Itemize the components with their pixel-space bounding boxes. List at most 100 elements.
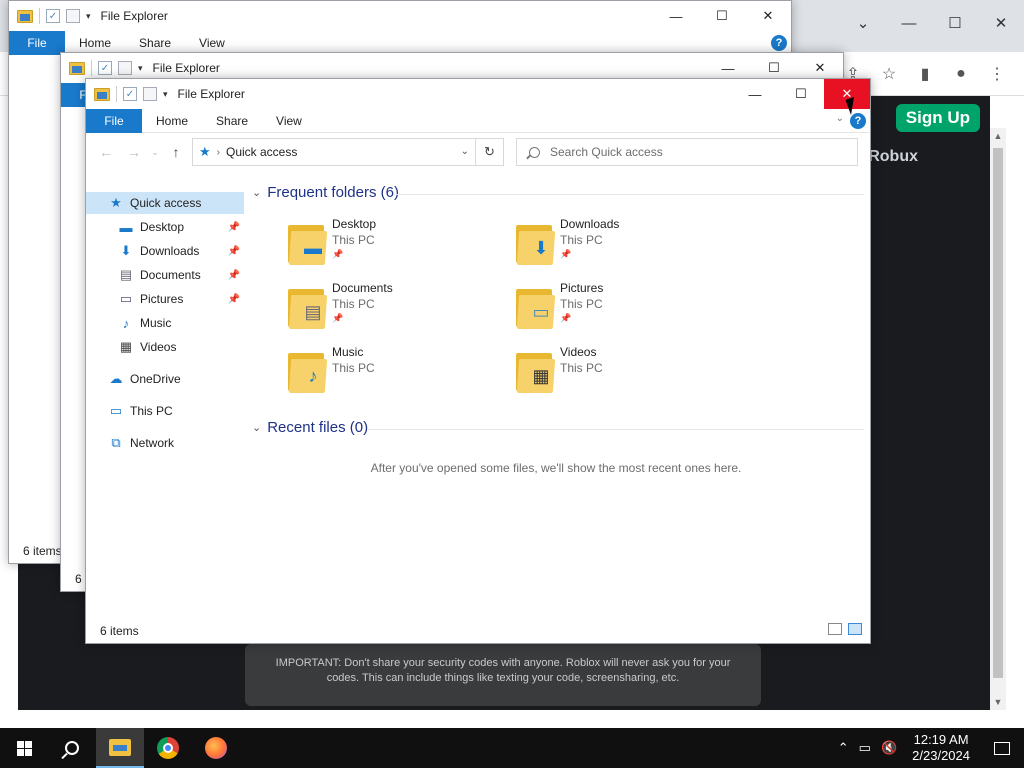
network-icon[interactable]: ▭ xyxy=(854,740,876,756)
folder-location: This PC xyxy=(332,297,375,311)
address-dropdown-icon[interactable]: ⌄ xyxy=(461,146,469,157)
tab-home[interactable]: Home xyxy=(65,31,125,55)
pin-icon[interactable]: 📌 xyxy=(228,270,240,281)
folder-name: Videos xyxy=(560,345,597,359)
scroll-thumb[interactable] xyxy=(993,148,1003,678)
chevron-down-icon[interactable]: ⌄ xyxy=(252,186,261,199)
recent-locations-icon[interactable]: ⌄ xyxy=(148,138,162,166)
pin-icon[interactable]: 📌 xyxy=(228,222,240,233)
address-bar[interactable]: ★ › Quick access ⌄ ↻ xyxy=(192,138,504,166)
robux-link[interactable]: Robux xyxy=(868,148,918,166)
profile-icon[interactable]: ● xyxy=(948,62,974,86)
tab-view[interactable]: View xyxy=(185,31,239,55)
sidebar-item-videos[interactable]: ▦ Videos xyxy=(86,336,244,358)
sidebar-item-network[interactable]: ⧉ Network xyxy=(86,432,244,454)
browser-minimize-button[interactable]: — xyxy=(886,8,932,38)
tab-file[interactable]: File xyxy=(86,108,142,133)
taskbar-firefox[interactable] xyxy=(192,728,240,768)
music-icon: ♪ xyxy=(122,315,130,331)
sidebar-item-documents[interactable]: ▤ Documents 📌 xyxy=(86,264,244,286)
folder-tile-documents[interactable]: ▤ Documents This PC 📌 xyxy=(286,281,506,337)
sidebar-item-desktop[interactable]: ▬ Desktop 📌 xyxy=(86,216,244,238)
large-icons-view-icon[interactable] xyxy=(848,623,862,635)
start-button[interactable] xyxy=(0,728,48,768)
taskbar-chrome[interactable] xyxy=(144,728,192,768)
tab-file[interactable]: File xyxy=(9,30,65,55)
chevron-down-icon[interactable]: ⌄ xyxy=(252,421,261,434)
page-scrollbar[interactable]: ▲ ▼ xyxy=(990,128,1006,710)
search-icon xyxy=(65,741,79,755)
menu-icon[interactable]: ⋮ xyxy=(984,62,1010,86)
customize-qat-icon[interactable]: ▾ xyxy=(86,11,91,22)
sidebar-item-this-pc[interactable]: ▭ This PC xyxy=(86,400,244,422)
scroll-down-icon[interactable]: ▼ xyxy=(990,694,1006,710)
tab-view[interactable]: View xyxy=(262,109,316,133)
taskbar-search-button[interactable] xyxy=(48,728,96,768)
folder-tile-pictures[interactable]: ▭ Pictures This PC 📌 xyxy=(514,281,734,337)
folder-tile-music[interactable]: ♪ Music This PC xyxy=(286,345,506,401)
pin-icon[interactable]: 📌 xyxy=(228,294,240,305)
properties-icon[interactable]: ✓ xyxy=(46,9,60,23)
desktop-folder-icon: ▬ xyxy=(286,221,328,265)
notification-icon xyxy=(994,741,1010,755)
minimize-button[interactable]: — xyxy=(732,79,778,109)
tab-share[interactable]: Share xyxy=(202,109,262,133)
taskbar-file-explorer[interactable] xyxy=(96,728,144,768)
details-view-icon[interactable] xyxy=(828,623,842,635)
refresh-icon[interactable]: ↻ xyxy=(475,139,503,165)
show-hidden-icons-icon[interactable]: ⌃ xyxy=(833,740,854,756)
tab-share[interactable]: Share xyxy=(125,31,185,55)
sidebar-item-music[interactable]: ♪ Music xyxy=(86,312,244,334)
customize-qat-icon[interactable]: ▾ xyxy=(163,89,168,100)
breadcrumb[interactable]: Quick access xyxy=(226,145,297,159)
scroll-up-icon[interactable]: ▲ xyxy=(990,128,1006,144)
close-button[interactable]: ✕ xyxy=(745,1,791,31)
sidebar-item-downloads[interactable]: ⬇ Downloads 📌 xyxy=(86,240,244,262)
frequent-folders-header[interactable]: ⌄ Frequent folders (6) xyxy=(252,184,399,201)
search-input[interactable]: Search Quick access xyxy=(516,138,858,166)
sidebar-item-label: Documents xyxy=(140,268,201,282)
notification-center-button[interactable] xyxy=(980,728,1024,768)
up-arrow-icon[interactable]: ↑ xyxy=(162,138,190,166)
signup-button[interactable]: Sign Up xyxy=(895,104,980,132)
customize-qat-icon[interactable]: ▾ xyxy=(138,63,143,74)
folder-name: Pictures xyxy=(560,281,604,295)
volume-muted-icon[interactable]: 🔇 xyxy=(876,740,902,756)
minimize-button[interactable]: — xyxy=(653,1,699,31)
chevron-down-icon[interactable]: ⌄ xyxy=(840,8,886,38)
new-folder-icon[interactable] xyxy=(143,87,157,101)
maximize-button[interactable]: ☐ xyxy=(778,79,824,109)
sidebar-item-pictures[interactable]: ▭ Pictures 📌 xyxy=(86,288,244,310)
explorer-window[interactable]: ✓ ▾ File Explorer — ☐ ✕ File Home Share … xyxy=(85,78,871,644)
new-folder-icon[interactable] xyxy=(66,9,80,23)
properties-icon[interactable]: ✓ xyxy=(123,87,137,101)
content-pane: ⌄ Frequent folders (6) ▬ Desktop This PC… xyxy=(246,177,870,617)
pin-icon[interactable]: 📌 xyxy=(228,246,240,257)
sidebar-item-quick-access[interactable]: ★ Quick access xyxy=(86,192,244,214)
folder-tile-downloads[interactable]: ⬇ Downloads This PC 📌 xyxy=(514,217,734,273)
breadcrumb-chevron-icon[interactable]: › xyxy=(217,147,220,158)
clock[interactable]: 12:19 AM 2/23/2024 xyxy=(902,732,980,764)
sidebar-icon[interactable]: ▮ xyxy=(912,62,938,86)
bookmark-star-icon[interactable]: ☆ xyxy=(876,62,902,86)
window-title: File Explorer xyxy=(152,61,220,75)
browser-maximize-button[interactable]: ☐ xyxy=(932,8,978,38)
forward-arrow-icon[interactable]: → xyxy=(120,138,148,166)
sidebar-item-label: Downloads xyxy=(140,244,200,258)
maximize-button[interactable]: ☐ xyxy=(699,1,745,31)
recent-files-header[interactable]: ⌄ Recent files (0) xyxy=(252,419,368,436)
videos-folder-icon: ▦ xyxy=(514,349,556,393)
sidebar-item-onedrive[interactable]: ☁ OneDrive xyxy=(86,368,244,390)
new-folder-icon[interactable] xyxy=(118,61,132,75)
folder-tile-desktop[interactable]: ▬ Desktop This PC 📌 xyxy=(286,217,506,273)
properties-icon[interactable]: ✓ xyxy=(98,61,112,75)
help-icon[interactable]: ? xyxy=(850,113,866,129)
group-title: Recent files (0) xyxy=(267,419,369,436)
back-arrow-icon[interactable]: ← xyxy=(92,138,120,166)
help-icon[interactable]: ? xyxy=(771,35,787,51)
browser-close-button[interactable]: ✕ xyxy=(978,8,1024,38)
tab-home[interactable]: Home xyxy=(142,109,202,133)
sidebar-item-label: This PC xyxy=(130,404,173,418)
folder-tile-videos[interactable]: ▦ Videos This PC xyxy=(514,345,734,401)
expand-ribbon-icon[interactable]: ⌄ xyxy=(836,113,844,124)
